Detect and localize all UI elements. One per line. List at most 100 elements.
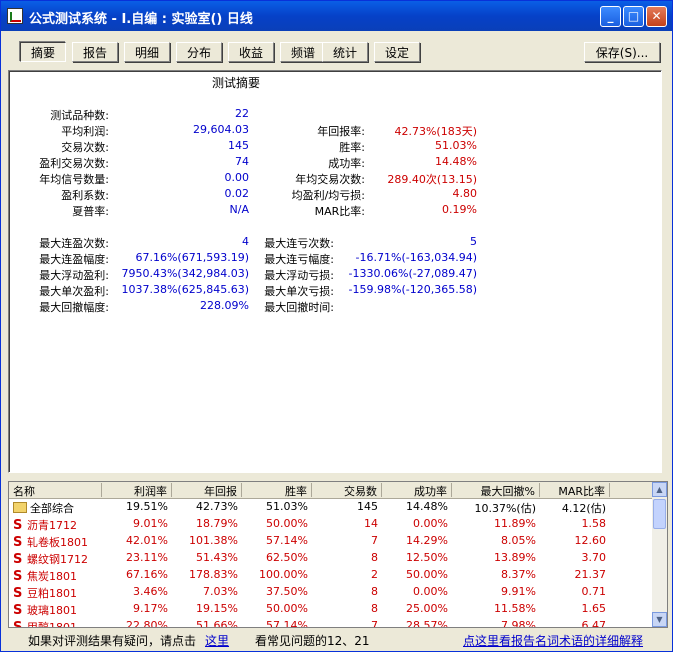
stat-value: 74 [235, 155, 249, 168]
table-row[interactable]: S 玻璃1801 9.17% 19.15% 50.00% 8 25.00% 11.58% 1.6… [9, 601, 652, 618]
table-cell: 14.29% [406, 534, 448, 547]
table-cell: 0.00% [413, 585, 448, 598]
column-header-profit-rate[interactable]: 利润率 [102, 483, 172, 498]
s-icon: S [13, 552, 23, 567]
table-cell: 9.17% [133, 602, 168, 615]
stat-label: 年均交易次数: [295, 173, 365, 186]
table-cell: 11.89% [494, 517, 536, 530]
row-name-cell: S 沥青1712 [13, 517, 77, 533]
table-cell: 145 [357, 500, 378, 513]
tab-report[interactable]: 报告 [72, 42, 118, 62]
table-row[interactable]: S 螺纹钢1712 23.11% 51.43% 62.50% 8 12.50% 13.89% 3… [9, 550, 652, 567]
stat-label: 最大连盈次数: [39, 237, 109, 250]
column-header-mar-ratio[interactable]: MAR比率 [540, 483, 610, 498]
stat-value: 0.00 [224, 171, 250, 184]
column-header-annual-return[interactable]: 年回报 [172, 483, 242, 498]
results-table[interactable]: 名称 利润率 年回报 胜率 交易数 成功率 最大回撤% MAR比率 全部综合 19… [8, 481, 668, 628]
table-row[interactable]: 全部综合 19.51% 42.73% 51.03% 145 14.48% 10.37%(估)… [9, 499, 652, 516]
stat-value: 67.16%(671,593.19) [135, 251, 249, 264]
stat-value: -1330.06%(-27,089.47) [348, 267, 477, 280]
s-icon: S [13, 518, 23, 533]
table-row[interactable]: S 豆粕1801 3.46% 7.03% 37.50% 8 0.00% 9.91% 0.71 [9, 584, 652, 601]
table-cell: 13.89% [494, 551, 536, 564]
table-row[interactable]: S 沥青1712 9.01% 18.79% 50.00% 14 0.00% 11.89% 1.5… [9, 516, 652, 533]
close-button[interactable]: ✕ [646, 6, 667, 27]
table-cell: 19.51% [126, 500, 168, 513]
stat-value: 4.80 [452, 187, 478, 200]
scroll-thumb[interactable] [653, 499, 666, 529]
table-cell: 51.66% [196, 619, 238, 628]
table-cell: 51.03% [266, 500, 308, 513]
tab-statistics[interactable]: 统计 [322, 42, 368, 62]
table-cell: 4.12(估) [561, 502, 606, 515]
title-bar[interactable]: 公式测试系统 - I.自编 : 实验室() 日线 _ □ ✕ [1, 1, 672, 31]
glossary-link[interactable]: 点这里看报告名词术语的详细解释 [463, 632, 643, 649]
stat-label: 均盈利/均亏损: [291, 189, 365, 202]
scroll-up-icon[interactable]: ▲ [652, 482, 667, 497]
row-name-cell: 全部综合 [13, 500, 74, 516]
folder-icon [13, 502, 27, 513]
stat-label: 最大单次亏损: [264, 285, 334, 298]
row-name: 玻璃1801 [27, 604, 77, 617]
save-button[interactable]: 保存(S)... [584, 42, 660, 62]
stat-label: 最大连亏次数: [264, 237, 334, 250]
table-cell: 7 [371, 619, 378, 628]
minimize-button[interactable]: _ [600, 6, 621, 27]
scroll-down-icon[interactable]: ▼ [652, 612, 667, 627]
stat-label: 最大浮动亏损: [264, 269, 334, 282]
stat-value: 228.09% [200, 299, 249, 312]
faq-link[interactable]: 这里 [205, 632, 229, 649]
table-cell: 7.98% [501, 619, 536, 628]
window-title: 公式测试系统 - I.自编 : 实验室() 日线 [29, 12, 253, 27]
stat-value: 4 [242, 235, 249, 248]
table-cell: 42.01% [126, 534, 168, 547]
table-cell: 3.46% [133, 585, 168, 598]
stat-value: -159.98%(-120,365.58) [348, 283, 477, 296]
tab-summary[interactable]: 摘要 [20, 42, 66, 62]
s-icon: S [13, 603, 23, 618]
stat-label: 最大浮动盈利: [39, 269, 109, 282]
table-cell: 8 [371, 602, 378, 615]
table-row[interactable]: S 甲醇1801 22.80% 51.66% 57.14% 7 28.57% 7.98% 6.4… [9, 618, 652, 628]
stat-value: 5 [470, 235, 477, 248]
maximize-button[interactable]: □ [623, 6, 644, 27]
row-name-cell: S 甲醇1801 [13, 619, 77, 628]
tab-spectrum[interactable]: 频谱 [280, 42, 326, 62]
stat-value: 1037.38%(625,845.63) [121, 283, 249, 296]
row-name-cell: S 玻璃1801 [13, 602, 77, 618]
table-cell: 25.00% [406, 602, 448, 615]
stat-label: 交易次数: [61, 141, 109, 154]
s-icon: S [13, 586, 23, 601]
column-header-trades[interactable]: 交易数 [312, 483, 382, 498]
s-icon: S [13, 620, 23, 628]
table-cell: 11.58% [494, 602, 536, 615]
table-header: 名称 利润率 年回报 胜率 交易数 成功率 最大回撤% MAR比率 [9, 482, 652, 499]
table-cell: 23.11% [126, 551, 168, 564]
main-window: 公式测试系统 - I.自编 : 实验室() 日线 _ □ ✕ 摘要 报告 明细 … [0, 0, 673, 652]
table-cell: 9.91% [501, 585, 536, 598]
stat-value: 0.19% [442, 203, 477, 216]
tab-distribution[interactable]: 分布 [176, 42, 222, 62]
tab-settings[interactable]: 设定 [374, 42, 420, 62]
tab-details[interactable]: 明细 [124, 42, 170, 62]
vertical-scrollbar[interactable]: ▲ ▼ [652, 482, 667, 627]
table-row[interactable]: S 轧卷板1801 42.01% 101.38% 57.14% 7 14.29% 8.05% 1… [9, 533, 652, 550]
stat-label: 最大连亏幅度: [264, 253, 334, 266]
stat-label: 测试品种数: [50, 109, 109, 122]
stat-label: 最大回撤幅度: [39, 301, 109, 314]
stat-value: 22 [235, 107, 249, 120]
row-name: 轧卷板1801 [27, 536, 88, 549]
stat-label: 最大单次盈利: [39, 285, 109, 298]
stat-value: 29,604.03 [193, 123, 249, 136]
stat-value: -16.71%(-163,034.94) [355, 251, 477, 264]
stat-label: 盈利系数: [61, 189, 109, 202]
stat-label: 平均利润: [61, 125, 109, 138]
column-header-name[interactable]: 名称 [9, 483, 102, 498]
column-header-win-rate[interactable]: 胜率 [242, 483, 312, 498]
column-header-max-drawdown[interactable]: 最大回撤% [452, 483, 540, 498]
summary-panel: 测试摘要 测试品种数: 22 平均利润: 29,604.03 交易次数: 145… [8, 70, 662, 473]
tab-returns[interactable]: 收益 [228, 42, 274, 62]
table-row[interactable]: S 焦炭1801 67.16% 178.83% 100.00% 2 50.00% 8.37% 2… [9, 567, 652, 584]
table-cell: 50.00% [406, 568, 448, 581]
column-header-success-rate[interactable]: 成功率 [382, 483, 452, 498]
